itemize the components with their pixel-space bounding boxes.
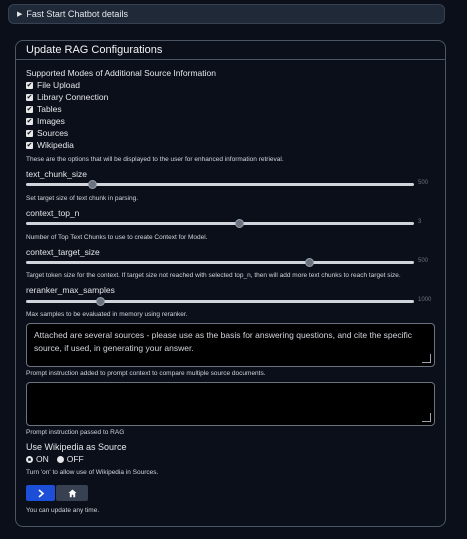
- resize-handle-icon[interactable]: [422, 413, 431, 422]
- modes-label: Supported Modes of Additional Source Inf…: [26, 68, 216, 78]
- chevron-right-icon: [37, 488, 44, 498]
- mode-images[interactable]: ✔ Images: [26, 115, 108, 127]
- modes-checkbox-group: ✔ File Upload ✔ Library Connection ✔ Tab…: [26, 79, 108, 151]
- resize-handle-icon[interactable]: [422, 354, 431, 363]
- slider-thumb[interactable]: [87, 180, 97, 189]
- mode-library-connection[interactable]: ✔ Library Connection: [26, 91, 108, 103]
- checkbox-checked-icon[interactable]: ✔: [26, 93, 33, 101]
- checkbox-checked-icon[interactable]: ✔: [26, 129, 33, 137]
- home-button[interactable]: [56, 485, 88, 501]
- wikipedia-info: Turn 'on' to allow use of Wikipedia in S…: [26, 469, 159, 476]
- radio-selected-icon[interactable]: [26, 455, 33, 463]
- source-prompt-text: Attached are several sources - please us…: [34, 330, 412, 353]
- slider-max: 3: [418, 219, 422, 225]
- radio-off-option[interactable]: OFF: [56, 454, 84, 464]
- wikipedia-radio-group: ON OFF: [26, 454, 84, 464]
- modes-info: These are the options that will be displ…: [26, 156, 284, 163]
- slider-info: Number of Top Text Chunks to use to crea…: [26, 234, 208, 241]
- slider-label-context-top-n: context_top_n: [26, 208, 80, 218]
- checkbox-checked-icon[interactable]: ✔: [26, 117, 33, 125]
- mode-sources[interactable]: ✔ Sources: [26, 127, 108, 139]
- footer-note: You can update any time.: [26, 507, 100, 514]
- slider-max: 500: [418, 258, 429, 264]
- checkbox-checked-icon[interactable]: ✔: [26, 105, 33, 113]
- slider-thumb[interactable]: [95, 297, 105, 306]
- slider-thumb[interactable]: [235, 219, 245, 228]
- slider-max: 1000: [418, 297, 432, 303]
- slider-label-reranker-max-samples: reranker_max_samples: [26, 285, 115, 295]
- submit-button[interactable]: [26, 485, 55, 501]
- slider-context-target-size[interactable]: [26, 258, 414, 267]
- slider-reranker-max-samples[interactable]: [26, 297, 414, 306]
- panel-title: Update RAG Configurations: [16, 41, 445, 60]
- checkbox-checked-icon[interactable]: ✔: [26, 141, 33, 149]
- rag-prompt-textarea[interactable]: [26, 382, 435, 426]
- slider-thumb[interactable]: [305, 258, 315, 267]
- home-icon: [68, 489, 76, 497]
- wikipedia-source-label: Use Wikipedia as Source: [26, 442, 127, 452]
- slider-label-text-chunk-size: text_chunk_size: [26, 169, 87, 179]
- rag-prompt-info: Prompt instruction passed to RAG: [26, 429, 125, 436]
- mode-wikipedia[interactable]: ✔ Wikipedia: [26, 139, 108, 151]
- slider-context-top-n[interactable]: [26, 219, 414, 228]
- prompt-info: Prompt instruction added to prompt conte…: [26, 370, 266, 377]
- radio-on-option[interactable]: ON: [26, 454, 49, 464]
- slider-text-chunk-size[interactable]: [26, 180, 414, 189]
- fast-start-details-summary[interactable]: ▶ Fast Start Chatbot details: [8, 4, 445, 24]
- slider-max: 500: [418, 180, 429, 186]
- mode-file-upload[interactable]: ✔ File Upload: [26, 79, 108, 91]
- slider-info: Max samples to be evaluated in memory us…: [26, 311, 188, 318]
- triangle-right-icon: ▶: [17, 11, 23, 18]
- source-prompt-textarea[interactable]: Attached are several sources - please us…: [26, 323, 435, 367]
- checkbox-checked-icon[interactable]: ✔: [26, 81, 33, 89]
- details-label: Fast Start Chatbot details: [26, 9, 128, 19]
- radio-unselected-icon[interactable]: [56, 455, 64, 463]
- slider-label-context-target-size: context_target_size: [26, 247, 100, 257]
- mode-tables[interactable]: ✔ Tables: [26, 103, 108, 115]
- slider-info: Target token size for the context. If ta…: [26, 272, 401, 279]
- slider-info: Set target size of text chunk in parsing…: [26, 195, 139, 202]
- rag-config-panel: Update RAG Configurations Supported Mode…: [15, 40, 446, 527]
